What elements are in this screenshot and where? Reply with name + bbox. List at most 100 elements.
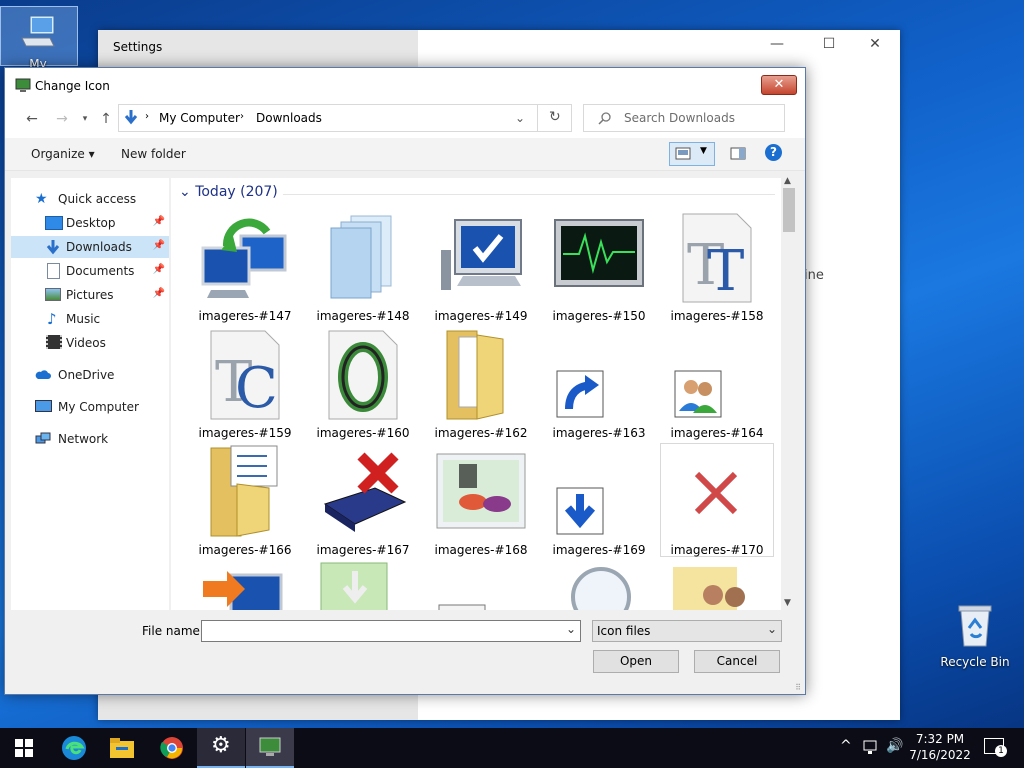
organize-button[interactable]: Organize ▾	[31, 147, 95, 161]
file-item[interactable]: imageres-#166	[189, 444, 301, 557]
volume-icon[interactable]: 🔊	[886, 738, 903, 754]
file-item[interactable]: imageres-#147	[189, 210, 301, 323]
pin-icon[interactable]: 📌	[153, 264, 165, 275]
chrome-icon	[160, 737, 183, 759]
taskbar-chrome[interactable]	[148, 728, 196, 768]
start-button[interactable]	[0, 728, 48, 768]
sidebar-item-network[interactable]: Network	[11, 428, 169, 450]
file-item[interactable]	[189, 561, 301, 610]
action-center-icon[interactable]: 1	[984, 738, 1007, 757]
up-arrow-icon[interactable]: ↑	[97, 110, 115, 128]
taskbar: ⚙ ^ 🔊 7:32 PM 7/16/2022 1	[0, 728, 1024, 768]
file-item[interactable]: T T imageres-#158	[661, 210, 773, 323]
desktop-icon-recycle-bin[interactable]: Recycle Bin	[937, 602, 1013, 669]
forward-arrow-icon[interactable]: →	[53, 110, 71, 128]
clock[interactable]: 7:32 PM 7/16/2022	[906, 731, 974, 763]
scroll-thumb[interactable]	[783, 188, 795, 232]
sidebar-item-desktop[interactable]: Desktop 📌	[11, 212, 169, 234]
file-item[interactable]: imageres-#148	[307, 210, 419, 323]
scroll-down-icon[interactable]: ▼	[784, 598, 791, 608]
cancel-button[interactable]: Cancel	[694, 650, 780, 673]
breadcrumb-downloads[interactable]: Downloads	[256, 111, 322, 125]
pictures-icon	[45, 288, 61, 301]
windows-start-icon	[15, 739, 33, 757]
address-bar[interactable]: › My Computer › Downloads ⌄ ↻	[118, 104, 572, 132]
dialog-title-bar: Change Icon ✕	[5, 68, 805, 102]
network-status-icon[interactable]	[863, 740, 881, 756]
file-item[interactable]: imageres-#167	[307, 444, 419, 557]
file-item[interactable]	[425, 561, 537, 610]
file-item[interactable]: imageres-#149	[425, 210, 537, 323]
refresh-icon[interactable]: ↻	[549, 109, 561, 125]
change-view-button[interactable]: ▼	[669, 142, 715, 166]
music-icon: ♪	[47, 310, 57, 328]
file-item[interactable]: imageres-#150	[543, 210, 655, 323]
network-computers-icon	[201, 218, 287, 298]
file-item[interactable]: imageres-#164	[661, 327, 773, 440]
maximize-button[interactable]: ☐	[806, 36, 852, 58]
pin-icon[interactable]: 📌	[153, 240, 165, 251]
pin-icon[interactable]: 📌	[153, 288, 165, 299]
scroll-up-icon[interactable]: ▲	[784, 176, 791, 186]
vertical-scrollbar[interactable]: ▲ ▼	[781, 176, 798, 610]
address-dropdown-icon[interactable]: ⌄	[515, 111, 525, 125]
help-icon[interactable]: ?	[765, 144, 782, 161]
taskbar-change-icon-app[interactable]	[246, 728, 294, 768]
paint-palette-icon	[436, 453, 526, 529]
file-item[interactable]: imageres-#170	[660, 443, 774, 557]
chevron-down-icon[interactable]: ⌄	[767, 622, 777, 636]
download-arrow-icon	[556, 487, 604, 535]
sidebar-item-my-computer[interactable]: My Computer	[11, 396, 169, 418]
file-name: imageres-#147	[198, 309, 292, 323]
taskbar-file-explorer[interactable]	[98, 728, 146, 768]
sidebar-item-downloads[interactable]: Downloads 📌	[11, 236, 169, 258]
show-hidden-icons-icon[interactable]: ^	[840, 738, 852, 754]
taskbar-settings[interactable]: ⚙	[197, 728, 245, 768]
pin-icon[interactable]: 📌	[153, 216, 165, 227]
sidebar-item-documents[interactable]: Documents 📌	[11, 260, 169, 282]
sidebar-item-pictures[interactable]: Pictures 📌	[11, 284, 169, 306]
file-item[interactable]	[661, 561, 773, 610]
green-download-icon	[320, 562, 388, 610]
sidebar-item-music[interactable]: ♪ Music	[11, 308, 169, 330]
file-type-select[interactable]: Icon files ⌄	[592, 620, 782, 642]
minimize-button[interactable]: —	[754, 36, 800, 58]
recent-chevron-icon[interactable]: ▾	[76, 110, 94, 128]
file-item[interactable]: imageres-#160	[307, 327, 419, 440]
file-item[interactable]	[307, 561, 419, 610]
performance-monitor-icon	[554, 219, 644, 287]
search-box[interactable]: Search Downloads	[583, 104, 785, 132]
truetype-font-icon: T T	[682, 213, 752, 304]
view-dropdown-icon[interactable]: ▼	[700, 146, 707, 156]
back-arrow-icon[interactable]: ←	[23, 110, 41, 128]
file-item[interactable]: imageres-#163	[543, 327, 655, 440]
new-folder-button[interactable]: New folder	[121, 147, 186, 161]
taskbar-edge[interactable]	[50, 728, 98, 768]
file-item[interactable]	[543, 561, 655, 610]
view-icon	[675, 147, 691, 160]
sidebar-item-videos[interactable]: Videos	[11, 332, 169, 354]
dialog-close-button[interactable]: ✕	[761, 75, 797, 95]
recycle-bin-icon	[958, 605, 992, 647]
sidebar-item-onedrive[interactable]: OneDrive	[11, 364, 169, 386]
file-item[interactable]: T C imageres-#159	[189, 327, 301, 440]
breadcrumb-my-computer[interactable]: My Computer	[159, 111, 240, 125]
file-name-input[interactable]: ⌄	[201, 620, 581, 642]
change-icon-dialog[interactable]: Change Icon ✕ ← → ▾ ↑ › My Computer › Do…	[4, 67, 806, 695]
file-item[interactable]: imageres-#168	[425, 444, 537, 557]
file-view[interactable]: ⌄ Today (207) imageres-#147 imageres-#14…	[171, 178, 797, 610]
chevron-down-icon[interactable]: ⌄	[566, 622, 576, 636]
close-button[interactable]: ✕	[852, 36, 898, 58]
file-name: imageres-#150	[552, 309, 646, 323]
sidebar-item-quick-access[interactable]: ★ Quick access	[11, 188, 169, 210]
file-item[interactable]: imageres-#162	[425, 327, 537, 440]
edge-icon	[62, 736, 86, 760]
resize-grip-icon[interactable]: ⠿	[795, 683, 801, 692]
file-name: imageres-#149	[434, 309, 528, 323]
navigation-pane: ★ Quick access Desktop 📌 Downloads 📌 Doc…	[11, 178, 169, 610]
open-button[interactable]: Open	[593, 650, 679, 673]
group-header[interactable]: ⌄ Today (207)	[179, 184, 278, 200]
preview-pane-icon[interactable]	[730, 147, 746, 161]
settings-text-fragment: ine	[804, 268, 824, 283]
file-item[interactable]: imageres-#169	[543, 444, 655, 557]
